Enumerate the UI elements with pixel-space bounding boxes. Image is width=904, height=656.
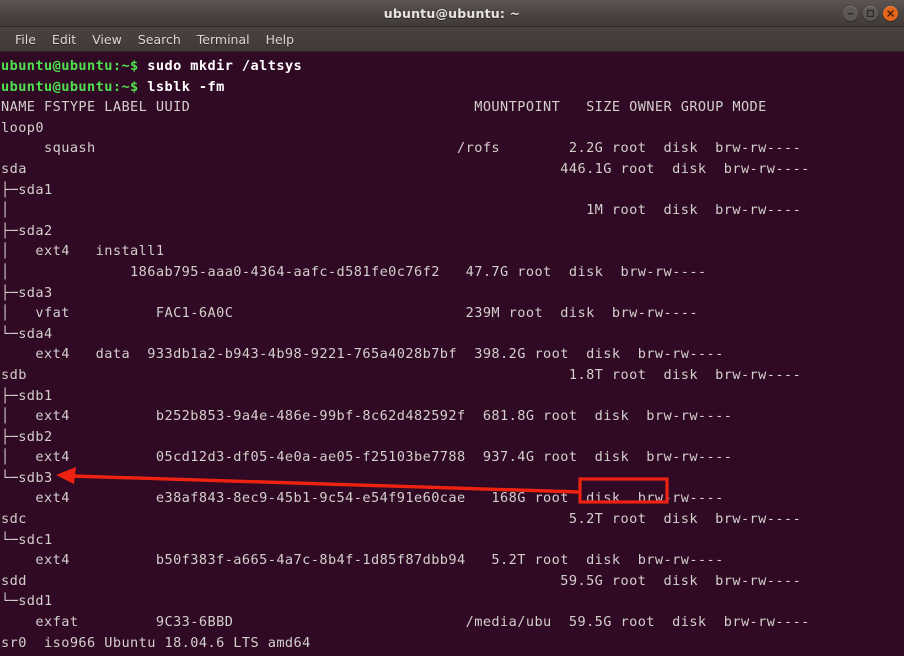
terminal-line-text: sdc 5.2T root disk brw-rw----: [1, 511, 802, 528]
terminal-line-text: exfat 9C33-6BBD /media/ubu 59.5G root di…: [1, 614, 810, 631]
terminal-line-sda2-fs: │ ext4 install1: [1, 241, 904, 262]
terminal-line-sdb1: ├─sdb1: [1, 386, 904, 407]
terminal-line-sda4: └─sda4: [1, 324, 904, 345]
terminal-line-sdc1-fs: ext4 b50f383f-a665-4a7c-8b4f-1d85f87dbb9…: [1, 550, 904, 571]
terminal-line-sdd: sdd 59.5G root disk brw-rw----: [1, 571, 904, 592]
window-controls: [843, 0, 898, 26]
terminal-line-text: ├─sdb1: [1, 387, 53, 404]
terminal-line-sdb3: └─sdb3: [1, 468, 904, 489]
shell-prompt: ubuntu@ubuntu:~$: [1, 58, 148, 74]
menu-item-terminal[interactable]: Terminal: [189, 30, 258, 49]
terminal-line-text: └─sdd1: [1, 593, 53, 610]
terminal-line-sdb: sdb 1.8T root disk brw-rw----: [1, 365, 904, 386]
terminal-line-sdd1: └─sdd1: [1, 591, 904, 612]
terminal-line-text: ├─sda3: [1, 284, 53, 301]
terminal-line-text: │ ext4 b252b853-9a4e-486e-99bf-8c62d4825…: [1, 408, 733, 425]
terminal-line-sdb2-fs: │ ext4 05cd12d3-df05-4e0a-ae05-f25103be7…: [1, 447, 904, 468]
terminal-line-text: ext4 b50f383f-a665-4a7c-8b4f-1d85f87dbb9…: [1, 552, 724, 569]
terminal-line-sda3: ├─sda3: [1, 283, 904, 304]
window-titlebar[interactable]: ubuntu@ubuntu: ~: [0, 0, 904, 27]
terminal-line-text: ├─sda1: [1, 181, 53, 198]
terminal-line-text: sudo mkdir /altsys: [147, 58, 303, 74]
terminal-line-loop0: loop0: [1, 118, 904, 139]
terminal-line-text: ext4 data 933db1a2-b943-4b98-9221-765a40…: [1, 346, 724, 363]
terminal-screen: ubuntu@ubuntu:~$ sudo mkdir /altsys ubunt…: [1, 56, 904, 656]
menu-item-edit[interactable]: Edit: [44, 30, 84, 49]
terminal-line-cmd-2: ubuntu@ubuntu:~$ lsblk -fm: [1, 77, 904, 98]
terminal-line-sdb2: ├─sdb2: [1, 427, 904, 448]
terminal-line-sdc: sdc 5.2T root disk brw-rw----: [1, 509, 904, 530]
terminal-line-text: └─sdc1: [1, 531, 53, 548]
terminal-line-text: sdb 1.8T root disk brw-rw----: [1, 366, 802, 383]
terminal-line-sda1: ├─sda1: [1, 180, 904, 201]
terminal-line-sda3-fs: │ vfat FAC1-6A0C 239M root disk brw-rw--…: [1, 303, 904, 324]
menu-item-view[interactable]: View: [84, 30, 130, 49]
menu-item-file[interactable]: File: [7, 30, 44, 49]
terminal-line-cmd-1: ubuntu@ubuntu:~$ sudo mkdir /altsys: [1, 56, 904, 77]
terminal-line-sdb3-fs: ext4 e38af843-8ec9-45b1-9c54-e54f91e60ca…: [1, 488, 904, 509]
terminal-line-sr0: sr0 iso966 Ubuntu 18.04.6 LTS amd64: [1, 633, 904, 654]
maximize-icon: [866, 9, 875, 17]
terminal-line-text: sdd 59.5G root disk brw-rw----: [1, 572, 802, 589]
terminal-output-area[interactable]: ubuntu@ubuntu:~$ sudo mkdir /altsys ubunt…: [0, 52, 904, 656]
terminal-line-text: NAME FSTYPE LABEL UUID MOUNTPOINT SIZE O…: [1, 99, 767, 116]
close-icon: [887, 9, 894, 17]
terminal-line-sdd1-fs: exfat 9C33-6BBD /media/ubu 59.5G root di…: [1, 612, 904, 633]
terminal-line-text: squash /rofs 2.2G root disk brw-rw----: [1, 140, 802, 157]
terminal-line-sda1-fs: │ 1M root disk brw-rw----: [1, 200, 904, 221]
terminal-line-sda2-uuid: │ 186ab795-aaa0-4364-aafc-d581fe0c76f2 4…: [1, 262, 904, 283]
terminal-window: ubuntu@ubuntu: ~ File Edit View Search T…: [0, 0, 904, 656]
terminal-line-text: │ 1M root disk brw-rw----: [1, 202, 802, 219]
terminal-line-sda: sda 446.1G root disk brw-rw----: [1, 159, 904, 180]
terminal-line-text: ext4 e38af843-8ec9-45b1-9c54-e54f91e60ca…: [1, 490, 724, 507]
terminal-line-text: └─sda4: [1, 325, 53, 342]
terminal-line-header: NAME FSTYPE LABEL UUID MOUNTPOINT SIZE O…: [1, 97, 904, 118]
menu-bar: File Edit View Search Terminal Help: [0, 27, 904, 52]
terminal-line-text: │ 186ab795-aaa0-4364-aafc-d581fe0c76f2 4…: [1, 263, 707, 280]
maximize-button[interactable]: [863, 5, 878, 21]
terminal-line-sdb1-fs: │ ext4 b252b853-9a4e-486e-99bf-8c62d4825…: [1, 406, 904, 427]
minimize-button[interactable]: [843, 5, 858, 21]
menu-item-help[interactable]: Help: [258, 30, 303, 49]
window-title: ubuntu@ubuntu: ~: [383, 5, 521, 21]
terminal-line-text: sr0 iso966 Ubuntu 18.04.6 LTS amd64: [1, 634, 311, 651]
terminal-line-text: ├─sda2: [1, 222, 53, 239]
terminal-line-text: loop0: [1, 119, 45, 136]
terminal-line-text: │ ext4 05cd12d3-df05-4e0a-ae05-f25103be7…: [1, 449, 733, 466]
terminal-line-sdc1: └─sdc1: [1, 530, 904, 551]
terminal-line-loop0-fs: squash /rofs 2.2G root disk brw-rw----: [1, 138, 904, 159]
terminal-line-text: │ vfat FAC1-6A0C 239M root disk brw-rw--…: [1, 305, 698, 322]
close-button[interactable]: [883, 5, 898, 21]
terminal-line-sda4-fs: ext4 data 933db1a2-b943-4b98-9221-765a40…: [1, 344, 904, 365]
terminal-line-text: │ ext4 install1: [1, 243, 165, 260]
terminal-line-text: sda 446.1G root disk brw-rw----: [1, 160, 810, 177]
terminal-line-text: └─sdb3: [1, 469, 53, 486]
terminal-line-sda2: ├─sda2: [1, 221, 904, 242]
minimize-icon: [847, 12, 854, 14]
terminal-line-text: ├─sdb2: [1, 428, 53, 445]
shell-prompt: ubuntu@ubuntu:~$: [1, 78, 148, 95]
terminal-line-text: lsblk -fm: [147, 78, 225, 95]
menu-item-search[interactable]: Search: [130, 30, 189, 49]
